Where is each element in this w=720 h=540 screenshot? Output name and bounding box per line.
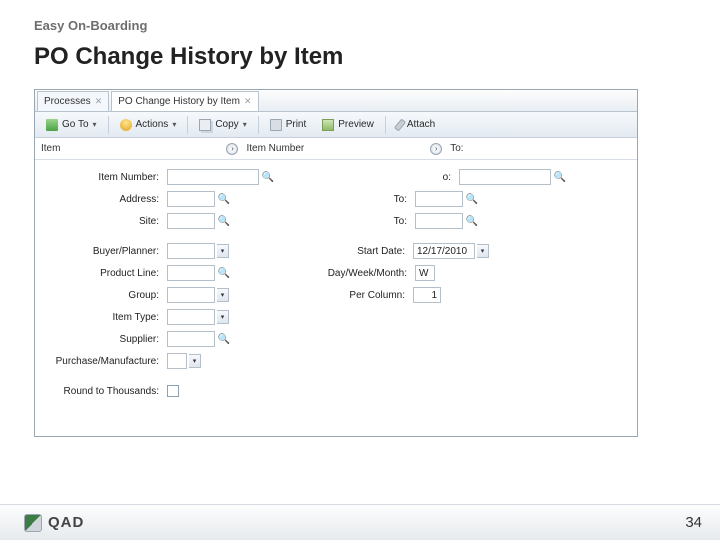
copy-icon bbox=[199, 119, 211, 131]
dropdown-icon[interactable]: ▾ bbox=[217, 288, 229, 302]
toolbar: Go To ▾ Actions ▾ Copy ▾ Print Preview A… bbox=[35, 112, 637, 138]
preview-icon bbox=[322, 119, 334, 131]
logo-icon bbox=[24, 514, 42, 532]
group-input[interactable] bbox=[167, 287, 215, 303]
calendar-dropdown-icon[interactable]: ▾ bbox=[477, 244, 489, 258]
label-per-column: Per Column: bbox=[307, 290, 407, 301]
bc-item[interactable]: Item bbox=[41, 143, 60, 154]
slide-breadcrumb: Easy On-Boarding bbox=[34, 18, 686, 33]
item-type-input[interactable] bbox=[167, 309, 215, 325]
label-item-type: Item Type: bbox=[43, 312, 161, 323]
label-site-to: To: bbox=[309, 216, 409, 227]
form-area: Item Number: 🔍 o: 🔍 Address: 🔍 To: bbox=[35, 160, 637, 410]
label-start-date: Start Date: bbox=[307, 246, 407, 257]
product-line-input[interactable] bbox=[167, 265, 215, 281]
copy-button[interactable]: Copy ▾ bbox=[192, 116, 253, 134]
actions-button[interactable]: Actions ▾ bbox=[113, 116, 184, 134]
chevron-right-icon[interactable]: › bbox=[430, 143, 442, 155]
search-icon[interactable]: 🔍 bbox=[217, 266, 231, 280]
brand-text: QAD bbox=[48, 514, 84, 531]
label-supplier: Supplier: bbox=[43, 334, 161, 345]
label-day-week-month: Day/Week/Month: bbox=[309, 268, 409, 279]
chevron-down-icon: ▾ bbox=[172, 120, 176, 129]
label-site: Site: bbox=[43, 216, 161, 227]
home-icon bbox=[46, 119, 58, 131]
tab-bar: Processes ✕ PO Change History by Item ✕ bbox=[35, 90, 637, 112]
label-product-line: Product Line: bbox=[43, 268, 161, 279]
address-to-input[interactable] bbox=[415, 191, 463, 207]
tab-po-change-history[interactable]: PO Change History by Item ✕ bbox=[111, 91, 258, 111]
site-input[interactable] bbox=[167, 213, 215, 229]
toolbar-divider bbox=[108, 116, 109, 134]
bc-to[interactable]: To: bbox=[450, 143, 463, 154]
print-button[interactable]: Print bbox=[263, 116, 314, 134]
chevron-down-icon: ▾ bbox=[243, 120, 247, 129]
round-thousands-checkbox[interactable] bbox=[167, 385, 179, 397]
search-icon[interactable]: 🔍 bbox=[465, 192, 479, 206]
search-icon[interactable]: 🔍 bbox=[465, 214, 479, 228]
copy-label: Copy bbox=[215, 119, 238, 130]
dropdown-icon[interactable]: ▾ bbox=[217, 244, 229, 258]
search-icon[interactable]: 🔍 bbox=[217, 332, 231, 346]
close-icon[interactable]: ✕ bbox=[95, 96, 103, 107]
print-label: Print bbox=[286, 119, 307, 130]
toolbar-divider bbox=[187, 116, 188, 134]
buyer-planner-input[interactable] bbox=[167, 243, 215, 259]
address-input[interactable] bbox=[167, 191, 215, 207]
label-item-number-to: o: bbox=[353, 172, 453, 183]
goto-button[interactable]: Go To ▾ bbox=[39, 116, 104, 134]
close-icon[interactable]: ✕ bbox=[244, 96, 252, 107]
page-number: 34 bbox=[685, 514, 702, 531]
label-item-number: Item Number: bbox=[43, 172, 161, 183]
dropdown-icon[interactable]: ▾ bbox=[189, 354, 201, 368]
print-icon bbox=[270, 119, 282, 131]
search-icon[interactable]: 🔍 bbox=[217, 214, 231, 228]
label-round-thousands: Round to Thousands: bbox=[43, 386, 161, 397]
search-icon[interactable]: 🔍 bbox=[553, 170, 567, 184]
start-date-input[interactable] bbox=[413, 243, 475, 259]
preview-label: Preview bbox=[338, 119, 374, 130]
item-number-to-input[interactable] bbox=[459, 169, 551, 185]
application-window: Processes ✕ PO Change History by Item ✕ … bbox=[34, 89, 638, 437]
bc-item-number-label: Item Number bbox=[246, 143, 304, 154]
brand-logo: QAD bbox=[24, 514, 84, 532]
slide-footer: QAD 34 bbox=[0, 504, 720, 540]
item-number-input[interactable] bbox=[167, 169, 259, 185]
preview-button[interactable]: Preview bbox=[315, 116, 381, 134]
attach-button[interactable]: Attach bbox=[390, 116, 442, 134]
chevron-down-icon: ▾ bbox=[93, 120, 97, 129]
tab-label: PO Change History by Item bbox=[118, 96, 240, 107]
day-week-month-input[interactable] bbox=[415, 265, 435, 281]
bulb-icon bbox=[120, 119, 132, 131]
bc-item-label: Item bbox=[41, 143, 60, 154]
tab-processes[interactable]: Processes ✕ bbox=[37, 91, 109, 111]
label-buyer-planner: Buyer/Planner: bbox=[43, 246, 161, 257]
supplier-input[interactable] bbox=[167, 331, 215, 347]
label-address: Address: bbox=[43, 194, 161, 205]
dropdown-icon[interactable]: ▾ bbox=[217, 310, 229, 324]
purchase-manufacture-input[interactable] bbox=[167, 353, 187, 369]
toolbar-divider bbox=[258, 116, 259, 134]
label-purchase-manufacture: Purchase/Manufacture: bbox=[43, 356, 161, 367]
paperclip-icon bbox=[394, 118, 406, 131]
label-group: Group: bbox=[43, 290, 161, 301]
label-address-to: To: bbox=[309, 194, 409, 205]
actions-label: Actions bbox=[136, 119, 169, 130]
bc-item-number[interactable]: Item Number bbox=[246, 143, 304, 154]
filter-breadcrumb: Item › Item Number › To: bbox=[35, 138, 637, 160]
chevron-right-icon[interactable]: › bbox=[226, 143, 238, 155]
per-column-input[interactable] bbox=[413, 287, 441, 303]
site-to-input[interactable] bbox=[415, 213, 463, 229]
bc-to-label: To: bbox=[450, 143, 463, 154]
attach-label: Attach bbox=[407, 119, 435, 130]
slide-title: PO Change History by Item bbox=[34, 43, 686, 71]
goto-label: Go To bbox=[62, 119, 89, 130]
search-icon[interactable]: 🔍 bbox=[261, 170, 275, 184]
tab-label: Processes bbox=[44, 96, 91, 107]
toolbar-divider bbox=[385, 116, 386, 134]
search-icon[interactable]: 🔍 bbox=[217, 192, 231, 206]
